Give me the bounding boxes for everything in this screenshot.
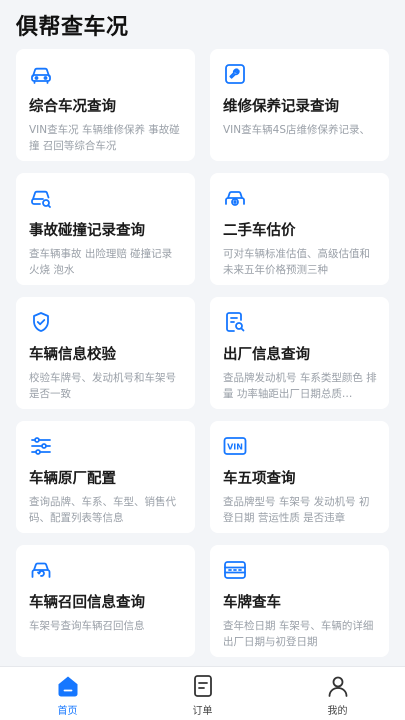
card-description: 查年检日期 车架号、车辆的详细出厂日期与初登日期 xyxy=(223,620,374,648)
recall-icon xyxy=(29,558,53,582)
card-five-items[interactable]: VIN 车五项查询 查品牌型号 车架号 发动机号 初登日期 营运性质 是否违章 xyxy=(210,421,389,533)
card-title: 车辆原厂配置 xyxy=(29,471,116,487)
card-title: 出厂信息查询 xyxy=(223,347,310,363)
service-grid: 综合车况查询 VIN查车况 车辆维修保养 事故碰撞 召回等综合车况 维修保养记录… xyxy=(16,49,391,657)
tab-label: 我的 xyxy=(327,706,348,717)
user-icon xyxy=(325,673,351,699)
card-title: 维修保养记录查询 xyxy=(223,99,339,115)
card-description: 车架号查询车辆召回信息 xyxy=(29,620,145,632)
tab-label: 订单 xyxy=(192,706,213,717)
tab-orders[interactable]: 订单 xyxy=(135,667,270,720)
license-plate-icon xyxy=(223,558,247,582)
card-title: 车五项查询 xyxy=(223,471,296,487)
card-description: 校验车牌号、发动机号和车架号是否一致 xyxy=(29,372,176,400)
order-icon xyxy=(190,673,216,699)
card-recall-info[interactable]: 车辆召回信息查询 车架号查询车辆召回信息 xyxy=(16,545,195,657)
card-accident-records[interactable]: 事故碰撞记录查询 查车辆事故 出险理赔 碰撞记录 火烧 泡水 xyxy=(16,173,195,285)
card-description: VIN查车况 车辆维修保养 事故碰撞 召回等综合车况 xyxy=(29,124,180,152)
car-front-icon xyxy=(29,62,53,86)
wrench-icon xyxy=(223,62,247,86)
page-title: 俱帮查车况 xyxy=(16,15,129,40)
card-comprehensive-condition[interactable]: 综合车况查询 VIN查车况 车辆维修保养 事故碰撞 召回等综合车况 xyxy=(16,49,195,161)
sliders-icon xyxy=(29,434,53,458)
card-title: 综合车况查询 xyxy=(29,99,116,115)
card-maintenance-records[interactable]: 维修保养记录查询 VIN查车辆4S店维修保养记录、 xyxy=(210,49,389,161)
card-factory-configuration[interactable]: 车辆原厂配置 查询品牌、车系、车型、销售代码、配置列表等信息 xyxy=(16,421,195,533)
car-price-icon xyxy=(223,186,247,210)
card-title: 事故碰撞记录查询 xyxy=(29,223,145,239)
card-title: 车辆召回信息查询 xyxy=(29,595,145,611)
card-description: VIN查车辆4S店维修保养记录、 xyxy=(223,124,370,136)
card-description: 可对车辆标准估值、高级估值和未来五年价格预测三种 xyxy=(223,248,370,276)
card-title: 二手车估价 xyxy=(223,223,296,239)
tab-profile[interactable]: 我的 xyxy=(270,667,405,720)
card-description: 查品牌发动机号 车系类型颜色 排量 功率轴距出厂日期总质… xyxy=(223,372,377,400)
bottom-tab-bar: 首页 订单 我的 xyxy=(0,666,405,720)
home-icon xyxy=(55,673,81,699)
card-title: 车牌查车 xyxy=(223,595,281,611)
card-plate-lookup[interactable]: 车牌查车 查年检日期 车架号、车辆的详细出厂日期与初登日期 xyxy=(210,545,389,657)
svg-text:VIN: VIN xyxy=(227,443,243,452)
document-search-icon xyxy=(223,310,247,334)
vin-icon: VIN xyxy=(223,434,247,458)
tab-home[interactable]: 首页 xyxy=(0,667,135,720)
card-description: 查车辆事故 出险理赔 碰撞记录 火烧 泡水 xyxy=(29,248,173,276)
card-vehicle-verification[interactable]: 车辆信息校验 校验车牌号、发动机号和车架号是否一致 xyxy=(16,297,195,409)
shield-check-icon xyxy=(29,310,53,334)
car-search-icon xyxy=(29,186,53,210)
card-description: 查询品牌、车系、车型、销售代码、配置列表等信息 xyxy=(29,496,176,524)
card-title: 车辆信息校验 xyxy=(29,347,116,363)
card-description: 查品牌型号 车架号 发动机号 初登日期 营运性质 是否违章 xyxy=(223,496,370,524)
tab-label: 首页 xyxy=(57,706,78,717)
card-factory-info[interactable]: 出厂信息查询 查品牌发动机号 车系类型颜色 排量 功率轴距出厂日期总质… xyxy=(210,297,389,409)
card-used-car-valuation[interactable]: 二手车估价 可对车辆标准估值、高级估值和未来五年价格预测三种 xyxy=(210,173,389,285)
